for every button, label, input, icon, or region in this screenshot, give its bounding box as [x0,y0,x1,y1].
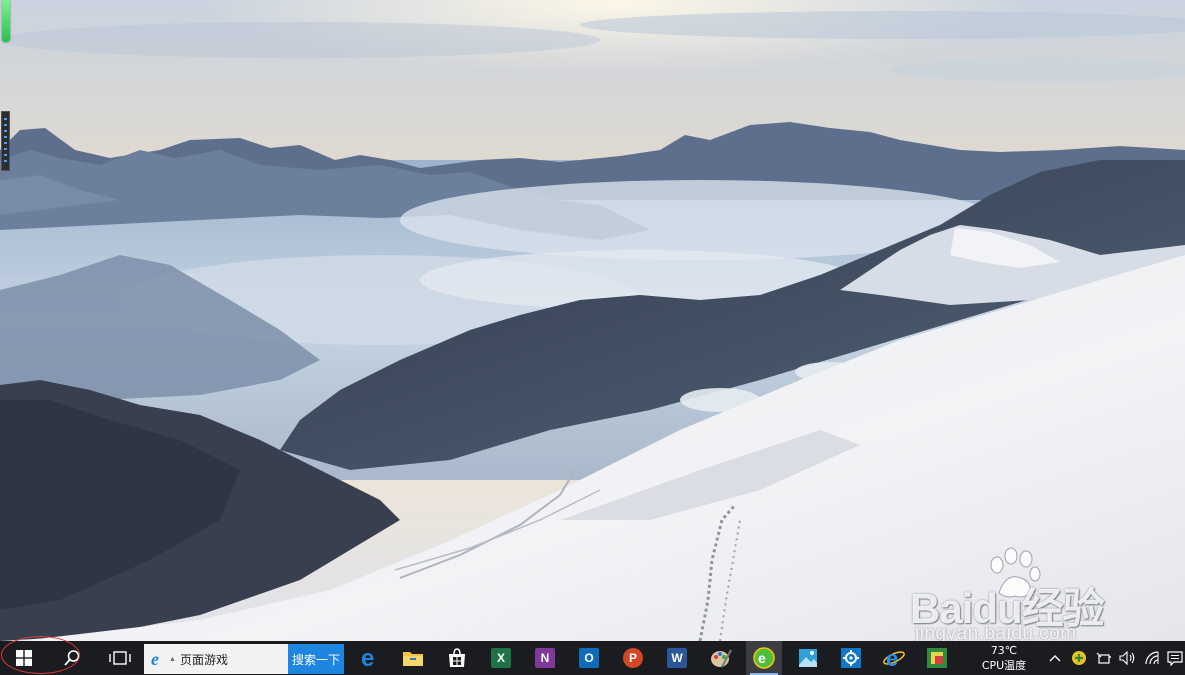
browser-360-app[interactable]: e [746,641,782,675]
outlook-icon: O [579,648,599,668]
paint-app[interactable] [703,641,739,675]
store-icon [449,648,465,667]
taskbar-search-box[interactable]: e ▲ 页面游戏 [144,644,288,674]
excel-app[interactable]: X [483,641,519,675]
memory-meter-gadget[interactable] [1,111,10,171]
chevron-up-icon [1049,655,1061,662]
tray-360-button[interactable] [1068,641,1090,675]
show-hidden-icons-button[interactable] [1046,641,1064,675]
file-explorer-icon [403,652,423,666]
cpu-temperature-widget[interactable]: 73℃ CPU温度 [968,643,1040,675]
svg-text:e: e [886,647,898,669]
green-app[interactable] [919,641,955,675]
powerpoint-icon: P [623,648,643,668]
browser-360-icon: e [753,647,775,669]
store-app[interactable] [439,641,475,675]
edge-app[interactable]: e [352,641,388,675]
file-explorer-app[interactable] [395,641,431,675]
search-icon [64,650,80,666]
green-app-icon [927,648,947,668]
search-go-button[interactable]: 搜索一下 [288,644,344,674]
internet-explorer-icon: e [883,647,905,669]
settings-app[interactable] [833,641,869,675]
volume-button[interactable] [1117,641,1139,675]
cpu-temp-value: 73℃ [990,644,1018,657]
start-button[interactable] [4,641,44,675]
ie-search-engine-icon: e [151,650,159,668]
onenote-icon: N [535,648,555,668]
photos-icon [799,649,817,667]
search-button[interactable] [52,641,92,675]
wifi-icon [1145,651,1159,665]
cpu-usage-gadget[interactable] [2,0,10,42]
excel-icon: X [491,648,511,668]
plus-badge-icon [1072,651,1086,665]
dropdown-caret-icon[interactable]: ▲ [169,656,176,663]
speaker-icon [1119,651,1135,665]
paint-icon [711,649,732,668]
battery-plug-icon [1096,652,1111,664]
baidu-watermark: Baidu经验 jingyan.baidu.com [905,545,1175,645]
word-icon: W [667,648,687,668]
onenote-app[interactable]: N [527,641,563,675]
settings-icon [841,648,861,668]
outlook-app[interactable]: O [571,641,607,675]
power-button[interactable] [1093,641,1115,675]
powerpoint-app[interactable]: P [615,641,651,675]
edge-icon: e [361,647,374,669]
svg-text:e: e [151,650,159,668]
search-input[interactable]: 页面游戏 [180,651,228,668]
action-center-button[interactable] [1164,641,1185,675]
windows-logo-icon [16,650,32,666]
internet-explorer-app[interactable]: e [876,641,912,675]
photos-app[interactable] [790,641,826,675]
svg-text:e: e [758,650,766,666]
task-view-button[interactable] [100,641,140,675]
notification-icon [1166,651,1183,666]
task-view-icon [109,651,131,665]
taskbar: e ▲ 页面游戏 搜索一下 e X N O P W e e 73℃ CPU温度 [0,641,1185,675]
cpu-temp-label: CPU温度 [981,659,1027,672]
network-button[interactable] [1142,641,1164,675]
svg-text:e: e [361,647,374,669]
word-app[interactable]: W [659,641,695,675]
